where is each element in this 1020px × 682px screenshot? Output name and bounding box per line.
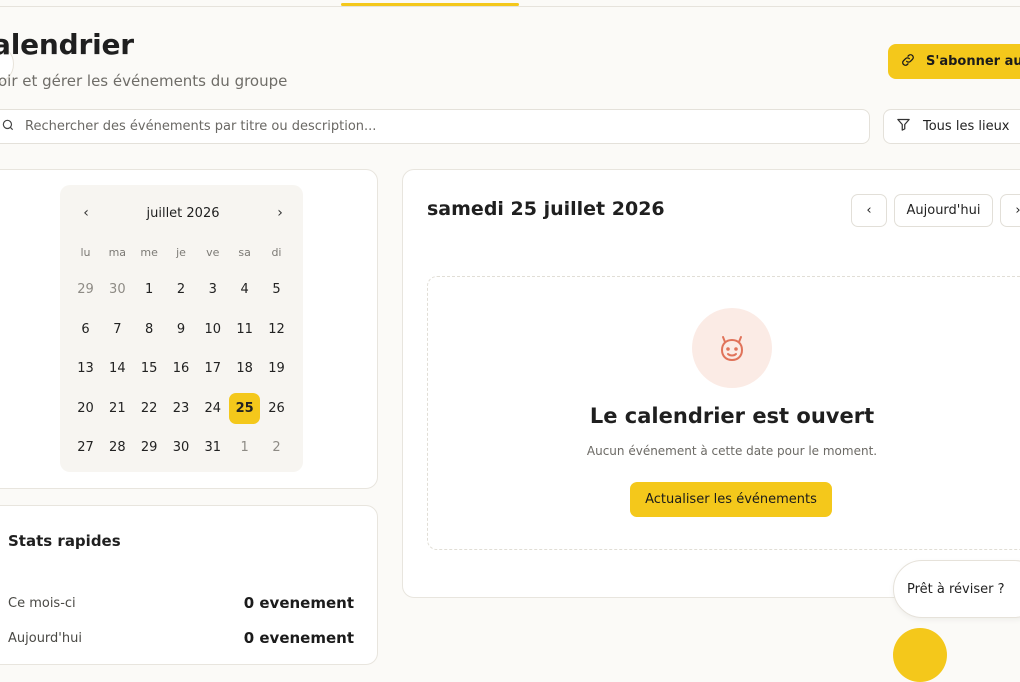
empty-state-title: Le calendrier est ouvert	[589, 404, 875, 428]
active-tab-indicator	[341, 3, 519, 6]
stat-label: Aujourd'hui	[8, 631, 82, 646]
calendar-day[interactable]: 30	[165, 432, 196, 463]
calendar-day[interactable]: 5	[261, 274, 292, 305]
review-chip[interactable]: Prêt à réviser ? ×	[893, 560, 1020, 618]
page-title: alendrier	[0, 28, 134, 61]
chevron-right-icon[interactable]: ›	[266, 205, 294, 221]
weekday-label: di	[271, 246, 282, 259]
smile-icon	[692, 308, 772, 388]
weekday-label: je	[176, 246, 186, 259]
calendar-week: 13 14 15 16 17 18 19	[70, 349, 292, 389]
calendar-day[interactable]: 1	[229, 432, 260, 463]
selected-date-title: samedi 25 juillet 2026	[427, 198, 665, 220]
empty-state-subtitle: Aucun événement à cette date pour le mom…	[586, 444, 878, 458]
review-chip-label: Prêt à réviser ?	[907, 581, 1005, 597]
calendar-day[interactable]: 28	[102, 432, 133, 463]
next-day-button[interactable]: ›	[1000, 194, 1020, 227]
filter-icon	[896, 117, 911, 136]
stat-value: 0 evenement	[243, 629, 354, 647]
weekday-label: ve	[206, 246, 220, 259]
link-icon	[900, 52, 916, 72]
calendar-day[interactable]: 7	[102, 314, 133, 345]
calendar-day[interactable]: 9	[165, 314, 196, 345]
calendar-day[interactable]: 14	[102, 353, 133, 384]
calendar-day[interactable]: 1	[134, 274, 165, 305]
calendar-day[interactable]: 29	[134, 432, 165, 463]
calendar-day[interactable]: 29	[70, 274, 101, 305]
calendar-day[interactable]: 10	[197, 314, 228, 345]
calendar-day[interactable]: 13	[70, 353, 101, 384]
chevron-left-icon[interactable]: ‹	[72, 205, 100, 221]
search-input[interactable]: Rechercher des événements par titre ou d…	[0, 109, 870, 144]
stat-label: Ce mois-ci	[8, 596, 76, 611]
weekday-label: sa	[238, 246, 251, 259]
calendar-day[interactable]: 3	[197, 274, 228, 305]
calendar-day[interactable]: 27	[70, 432, 101, 463]
mini-calendar-header: ‹ juillet 2026 ›	[72, 200, 294, 226]
calendar-day[interactable]: 15	[134, 353, 165, 384]
calendar-day[interactable]: 24	[197, 393, 228, 424]
stat-value: 0 evenement	[243, 594, 354, 612]
calendar-day[interactable]: 17	[197, 353, 228, 384]
subscribe-label: S'abonner au	[926, 54, 1020, 69]
today-button[interactable]: Aujourd'hui	[894, 194, 993, 227]
calendar-day[interactable]: 6	[70, 314, 101, 345]
month-label: juillet 2026	[146, 205, 220, 221]
chevron-left-icon: ‹	[866, 203, 872, 218]
search-placeholder: Rechercher des événements par titre ou d…	[25, 119, 377, 134]
calendar-day[interactable]: 20	[70, 393, 101, 424]
quick-stats-title: Stats rapides	[8, 532, 121, 550]
calendar-day[interactable]: 21	[102, 393, 133, 424]
chevron-right-icon: ›	[1015, 203, 1020, 218]
refresh-events-button[interactable]: Actualiser les événements	[630, 482, 832, 517]
calendar-week: 27 28 29 30 31 1 2	[70, 428, 292, 468]
location-filter-label: Tous les lieux	[923, 119, 1010, 134]
weekday-label: me	[140, 246, 158, 259]
calendar-day[interactable]: 22	[134, 393, 165, 424]
floating-action-button[interactable]	[893, 628, 947, 682]
calendar-day[interactable]: 2	[261, 432, 292, 463]
calendar-day-selected[interactable]: 25	[229, 392, 261, 424]
calendar-day[interactable]: 4	[229, 274, 260, 305]
calendar-week: 29 30 1 2 3 4 5	[70, 270, 292, 310]
calendar-day[interactable]: 18	[229, 353, 260, 384]
calendar-day[interactable]: 16	[165, 353, 196, 384]
search-icon	[1, 118, 15, 136]
calendar-day[interactable]: 11	[229, 314, 260, 345]
page-subtitle: oir et gérer les événements du groupe	[0, 72, 288, 90]
weekday-label: lu	[80, 246, 91, 259]
calendar-grid: 29 30 1 2 3 4 5 6 7 8 9 10 11 12 13 14 1…	[70, 270, 292, 468]
weekday-label: ma	[108, 246, 127, 259]
calendar-week: 6 7 8 9 10 11 12	[70, 310, 292, 350]
top-border	[0, 6, 1020, 7]
subscribe-button[interactable]: S'abonner au	[888, 44, 1020, 79]
location-filter-select[interactable]: Tous les lieux	[883, 109, 1020, 144]
weekday-header: lu ma me je ve sa di	[70, 246, 292, 259]
calendar-day[interactable]: 23	[165, 393, 196, 424]
previous-day-button[interactable]: ‹	[851, 194, 887, 227]
calendar-day[interactable]: 2	[165, 274, 196, 305]
calendar-day[interactable]: 12	[261, 314, 292, 345]
calendar-week: 20 21 22 23 24 25 26	[70, 389, 292, 429]
calendar-day[interactable]: 19	[261, 353, 292, 384]
calendar-day[interactable]: 26	[261, 393, 292, 424]
calendar-day[interactable]: 31	[197, 432, 228, 463]
calendar-day[interactable]: 8	[134, 314, 165, 345]
calendar-day[interactable]: 30	[102, 274, 133, 305]
